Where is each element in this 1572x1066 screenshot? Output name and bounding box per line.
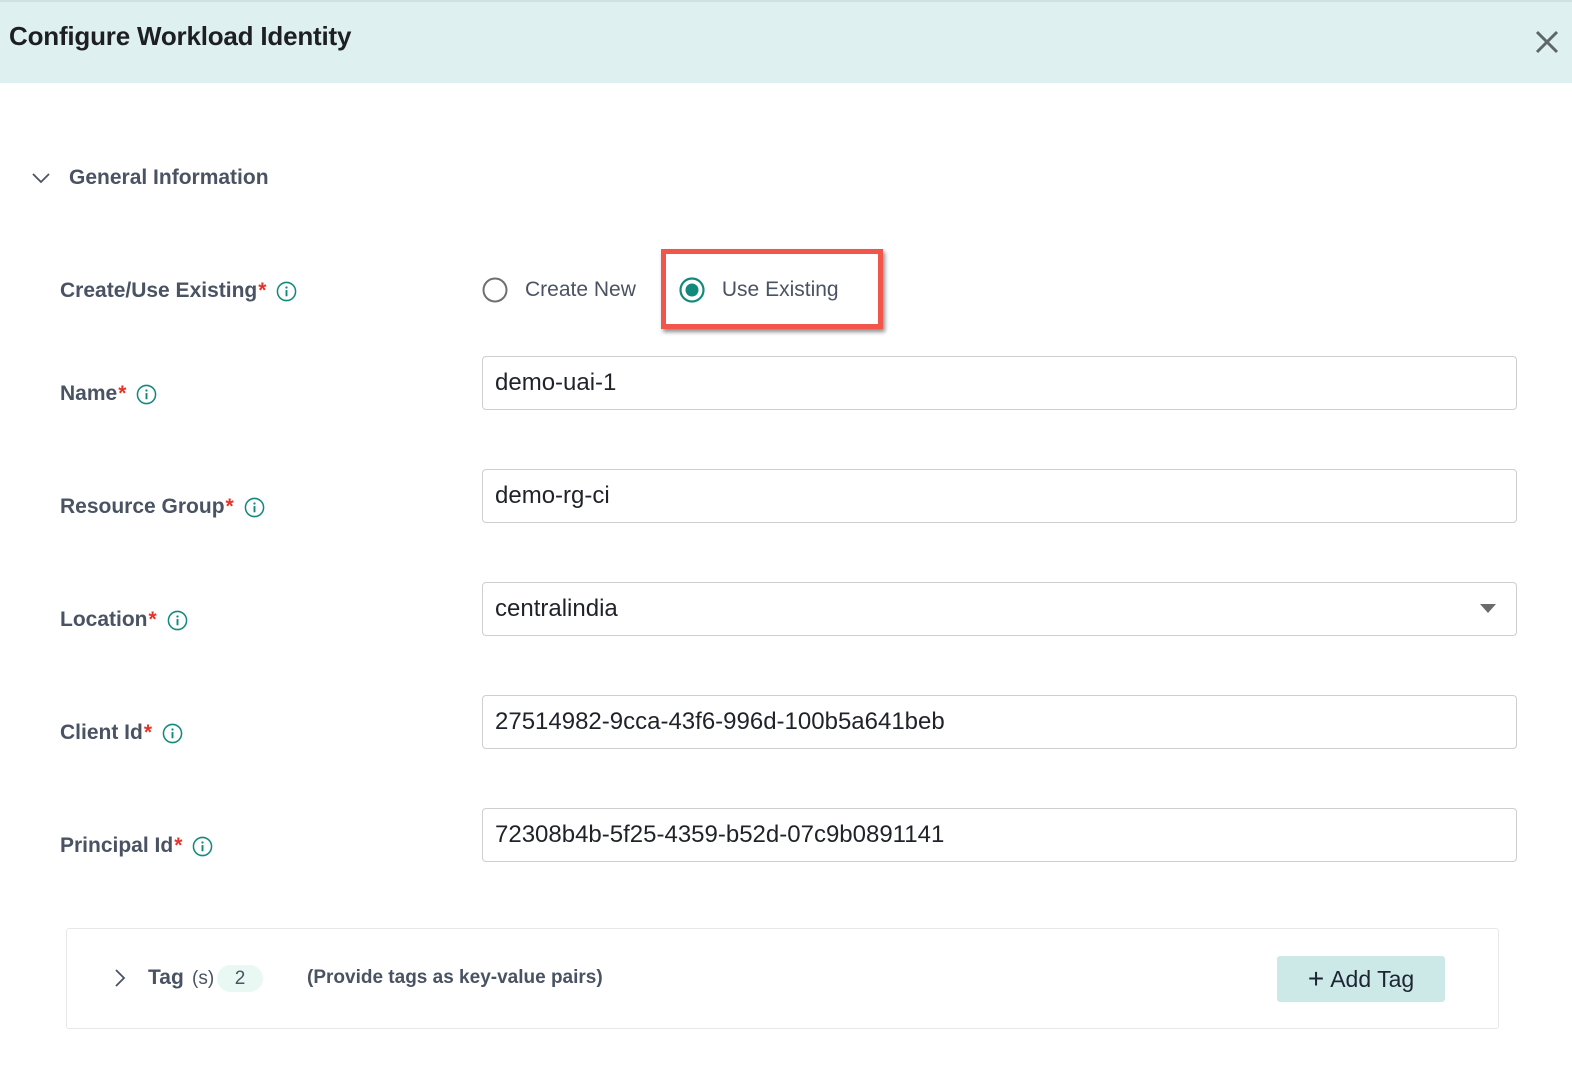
principal-id-input[interactable] [495, 821, 1516, 849]
dialog-header: Configure Workload Identity [0, 0, 1572, 83]
label-text: Name [60, 382, 118, 405]
chevron-down-icon [32, 173, 50, 184]
radio-label: Create New [525, 278, 636, 301]
label-text: Resource Group [60, 495, 225, 518]
required-mark: * [148, 608, 157, 631]
resource-group-field[interactable] [482, 469, 1517, 523]
plus-icon: + [1307, 963, 1325, 994]
info-icon[interactable] [244, 497, 265, 518]
name-field[interactable] [482, 356, 1517, 410]
tags-panel: Tag (s) 2 (Provide tags as key-value pai… [66, 928, 1499, 1029]
label-text: Principal Id [60, 834, 174, 857]
tags-count-badge: 2 [217, 965, 263, 992]
info-icon[interactable] [136, 384, 157, 405]
name-input[interactable] [495, 369, 1516, 397]
resource-group-label: Resource Group * [60, 495, 265, 519]
close-button[interactable] [1533, 28, 1561, 56]
radio-unchecked-icon [482, 277, 508, 303]
required-mark: * [118, 382, 127, 405]
tags-label: Tag [148, 966, 184, 989]
add-tag-label: Add Tag [1330, 965, 1415, 992]
section-general-information-toggle[interactable]: General Information [30, 166, 269, 190]
required-mark: * [143, 721, 153, 744]
principal-id-label: Principal Id * [60, 834, 213, 858]
info-icon[interactable] [276, 281, 297, 302]
resource-group-input[interactable] [495, 482, 1516, 510]
highlight-annotation-box [661, 249, 883, 329]
required-mark: * [258, 279, 267, 302]
create-use-label: Create/Use Existing * [60, 279, 297, 303]
info-icon[interactable] [167, 610, 188, 631]
section-title: General Information [69, 166, 269, 189]
name-label: Name * [60, 382, 157, 406]
close-icon [1535, 30, 1559, 54]
client-id-input[interactable] [495, 708, 1516, 736]
location-dropdown[interactable]: centralindia [482, 582, 1517, 636]
tags-suffix: (s) [192, 968, 215, 989]
location-label: Location * [60, 608, 188, 632]
dialog-title: Configure Workload Identity [9, 21, 352, 51]
info-icon[interactable] [192, 836, 213, 857]
required-mark: * [174, 834, 183, 857]
radio-create-new[interactable]: Create New [481, 276, 636, 304]
dropdown-arrow-icon [1480, 604, 1496, 613]
add-tag-button[interactable]: + Add Tag [1277, 956, 1445, 1002]
required-mark: * [225, 495, 234, 518]
location-selected-value: centralindia [495, 595, 618, 622]
client-id-label: Client Id * [60, 721, 183, 745]
chevron-right-icon[interactable] [111, 967, 129, 989]
principal-id-field[interactable] [482, 808, 1517, 862]
info-icon[interactable] [162, 723, 183, 744]
label-text: Client Id [60, 721, 143, 744]
label-text: Location [60, 608, 148, 631]
label-text: Create/Use Existing [60, 279, 258, 302]
client-id-field[interactable] [482, 695, 1517, 749]
tags-hint: (Provide tags as key-value pairs) [307, 967, 603, 988]
